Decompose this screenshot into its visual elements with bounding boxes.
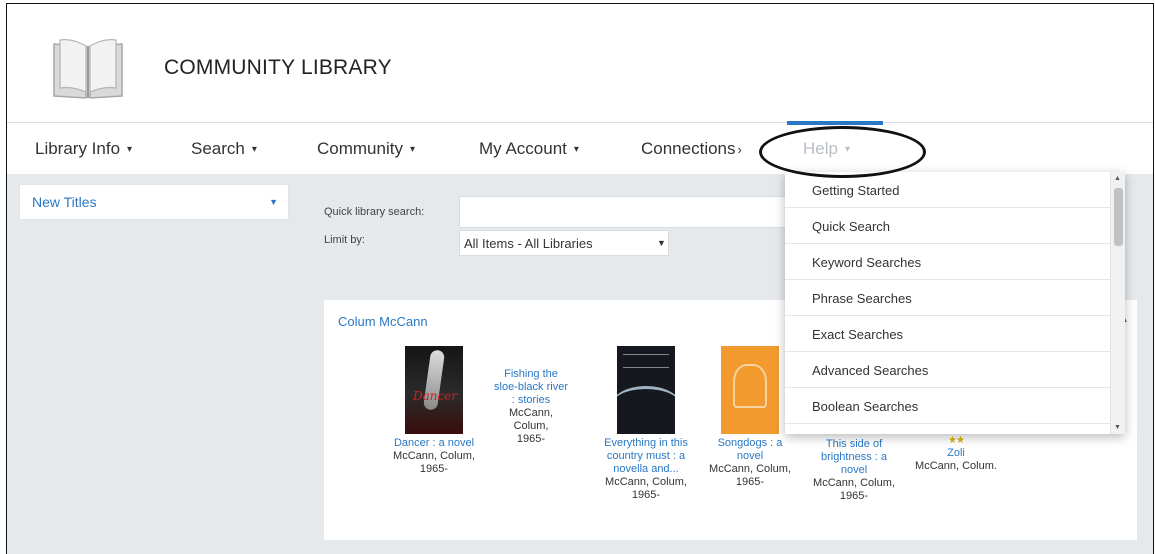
- book-item[interactable]: Everything in this country must : a nove…: [598, 346, 694, 502]
- book-year: 1965-: [735, 476, 765, 488]
- help-menu-item[interactable]: Phrase Searches: [785, 280, 1110, 316]
- limit-by-select[interactable]: All Items - All Libraries ▼: [459, 230, 669, 256]
- book-author: McCann, Colum,: [605, 476, 687, 488]
- book-author: McCann, Colum,: [393, 450, 475, 462]
- book-item[interactable]: Dancer Dancer : a novel McCann, Colum, 1…: [388, 346, 480, 476]
- nav-label: Library Info: [35, 139, 121, 158]
- menu-scrollbar[interactable]: ▲ ▼: [1110, 172, 1125, 434]
- help-menu-item[interactable]: Keyword Searches: [785, 244, 1110, 280]
- book-author: McCann, Colum,: [508, 407, 554, 432]
- limit-by-value: All Items - All Libraries: [464, 236, 593, 251]
- book-year: 1965-: [516, 433, 546, 445]
- chevron-down-icon: ▾: [251, 144, 257, 155]
- book-cover[interactable]: [617, 346, 675, 434]
- limit-by-label: Limit by:: [324, 234, 365, 246]
- chevron-down-icon: ▾: [573, 144, 579, 155]
- help-menu-item[interactable]: Quick Search: [785, 208, 1110, 244]
- book-year: 1965-: [839, 490, 869, 502]
- nav-search[interactable]: Search ▾: [191, 139, 257, 159]
- chevron-right-icon: ›: [737, 142, 742, 157]
- help-menu-item[interactable]: Boolean Searches: [785, 388, 1110, 424]
- quick-search-label: Quick library search:: [324, 206, 425, 218]
- chevron-down-icon: ▾: [127, 144, 133, 155]
- book-year: 1965-: [631, 489, 661, 501]
- help-menu-item[interactable]: Exact Searches: [785, 316, 1110, 352]
- scroll-up-icon[interactable]: ▲: [1114, 175, 1121, 182]
- highlight-ellipse: [759, 126, 926, 178]
- browser-frame: COMMUNITY LIBRARY Library Info ▾ Search ▾ …: [6, 3, 1154, 554]
- book-author: McCann, Colum,: [813, 477, 895, 489]
- scroll-down-icon[interactable]: ▼: [1114, 424, 1121, 431]
- book-title[interactable]: Dancer : a novel: [388, 437, 480, 450]
- nav-label: Search: [191, 139, 245, 158]
- scrollbar-thumb[interactable]: [1114, 188, 1123, 246]
- site-title: COMMUNITY LIBRARY: [164, 56, 392, 79]
- chevron-down-icon: ▼: [269, 197, 278, 207]
- panel-title[interactable]: Colum McCann: [338, 314, 428, 329]
- book-title[interactable]: This side of brightness : a novel: [808, 438, 900, 477]
- help-active-indicator: [787, 121, 883, 125]
- help-menu-item[interactable]: Advanced Searches: [785, 352, 1110, 388]
- open-book-icon: [53, 39, 123, 99]
- book-cover[interactable]: [721, 346, 779, 434]
- rating-stars-icon: ★★: [948, 435, 965, 446]
- book-year: 1965-: [419, 463, 449, 475]
- nav-label: Connections: [641, 139, 736, 158]
- nav-library-info[interactable]: Library Info ▾: [35, 139, 132, 159]
- book-author: McCann, Colum.: [915, 460, 997, 472]
- book-item[interactable]: This side of brightness : a novel McCann…: [808, 438, 900, 503]
- book-cover[interactable]: Dancer: [405, 346, 463, 434]
- book-title[interactable]: Songdogs : a novel: [704, 437, 796, 463]
- nav-connections[interactable]: Connections ›: [641, 139, 742, 159]
- chevron-down-icon: ▼: [657, 238, 666, 248]
- book-item[interactable]: Songdogs : a novel McCann, Colum, 1965-: [704, 346, 796, 489]
- quick-search-input[interactable]: [459, 196, 787, 228]
- book-title[interactable]: Fishing the sloe-black river : stories: [494, 368, 568, 407]
- book-title[interactable]: Everything in this country must : a nove…: [598, 437, 694, 476]
- nav-community[interactable]: Community ▾: [317, 139, 415, 159]
- sidebar-selected-label: New Titles: [32, 194, 97, 210]
- chevron-down-icon: ▾: [409, 144, 415, 155]
- book-title[interactable]: Zoli: [914, 447, 998, 460]
- nav-label: Community: [317, 139, 403, 158]
- main-nav: Library Info ▾ Search ▾ Community ▾ My Acco…: [7, 121, 1153, 174]
- book-item[interactable]: ★★ Zoli McCann, Colum.: [914, 434, 998, 473]
- help-dropdown-menu: Getting Started Quick Search Keyword Sea…: [785, 172, 1125, 434]
- sidebar-select[interactable]: New Titles ▼: [19, 184, 289, 220]
- book-item[interactable]: Fishing the sloe-black river : stories M…: [494, 368, 568, 446]
- book-author: McCann, Colum,: [709, 463, 791, 475]
- nav-my-account[interactable]: My Account ▾: [479, 139, 579, 159]
- site-header: COMMUNITY LIBRARY: [7, 4, 1153, 122]
- nav-label: My Account: [479, 139, 567, 158]
